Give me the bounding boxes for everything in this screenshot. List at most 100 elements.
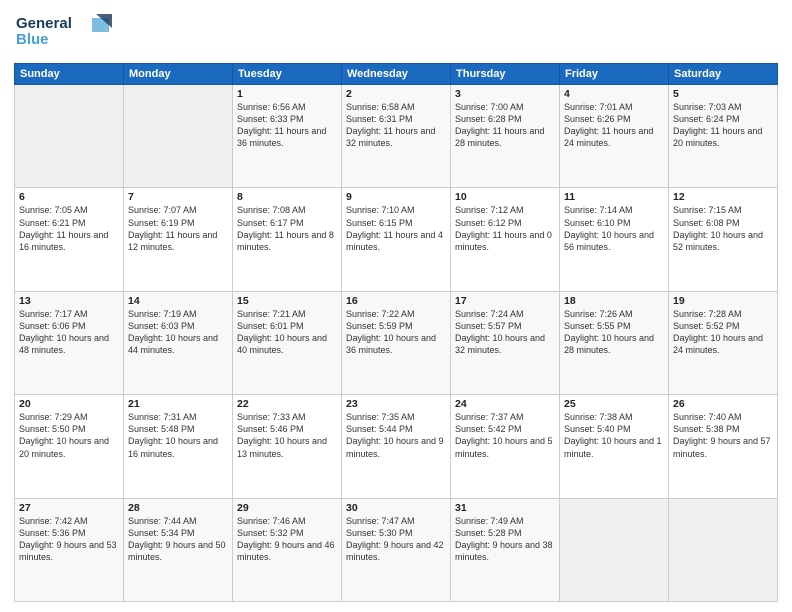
calendar-cell: 18 Sunrise: 7:26 AMSunset: 5:55 PMDayligh… bbox=[560, 291, 669, 394]
calendar-cell: 22 Sunrise: 7:33 AMSunset: 5:46 PMDayligh… bbox=[233, 395, 342, 498]
calendar-cell: 2 Sunrise: 6:58 AMSunset: 6:31 PMDaylight… bbox=[342, 85, 451, 188]
day-number: 27 bbox=[19, 502, 119, 514]
day-number: 18 bbox=[564, 295, 664, 307]
cell-info: Sunrise: 7:46 AMSunset: 5:32 PMDaylight:… bbox=[237, 516, 335, 562]
day-number: 16 bbox=[346, 295, 446, 307]
cell-info: Sunrise: 7:22 AMSunset: 5:59 PMDaylight:… bbox=[346, 309, 436, 355]
day-number: 30 bbox=[346, 502, 446, 514]
calendar-table: SundayMondayTuesdayWednesdayThursdayFrid… bbox=[14, 63, 778, 602]
day-header-saturday: Saturday bbox=[669, 64, 778, 85]
header: General Blue bbox=[14, 10, 778, 57]
day-number: 12 bbox=[673, 191, 773, 203]
calendar-cell: 27 Sunrise: 7:42 AMSunset: 5:36 PMDayligh… bbox=[15, 498, 124, 601]
logo-text: General Blue bbox=[14, 10, 114, 57]
cell-info: Sunrise: 7:31 AMSunset: 5:48 PMDaylight:… bbox=[128, 412, 218, 458]
calendar-week-row: 1 Sunrise: 6:56 AMSunset: 6:33 PMDaylight… bbox=[15, 85, 778, 188]
calendar-cell: 6Sunrise: 7:05 AMSunset: 6:21 PMDaylight… bbox=[15, 188, 124, 291]
day-header-sunday: Sunday bbox=[15, 64, 124, 85]
calendar-cell: 5 Sunrise: 7:03 AMSunset: 6:24 PMDaylight… bbox=[669, 85, 778, 188]
cell-info: Sunrise: 7:38 AMSunset: 5:40 PMDaylight:… bbox=[564, 412, 662, 458]
day-header-tuesday: Tuesday bbox=[233, 64, 342, 85]
cell-info: Sunrise: 7:03 AMSunset: 6:24 PMDaylight:… bbox=[673, 102, 762, 148]
day-number: 31 bbox=[455, 502, 555, 514]
calendar-cell bbox=[124, 85, 233, 188]
calendar-cell: 8 Sunrise: 7:08 AMSunset: 6:17 PMDaylight… bbox=[233, 188, 342, 291]
day-number: 4 bbox=[564, 88, 664, 100]
day-number: 28 bbox=[128, 502, 228, 514]
day-number: 24 bbox=[455, 398, 555, 410]
day-number: 29 bbox=[237, 502, 337, 514]
day-number: 22 bbox=[237, 398, 337, 410]
cell-info: Sunrise: 7:08 AMSunset: 6:17 PMDaylight:… bbox=[237, 205, 334, 251]
day-number: 25 bbox=[564, 398, 664, 410]
cell-info: Sunrise: 7:29 AMSunset: 5:50 PMDaylight:… bbox=[19, 412, 109, 458]
cell-info: Sunrise: 7:26 AMSunset: 5:55 PMDaylight:… bbox=[564, 309, 654, 355]
cell-info: Sunrise: 7:40 AMSunset: 5:38 PMDaylight:… bbox=[673, 412, 771, 458]
cell-info: Sunrise: 7:47 AMSunset: 5:30 PMDaylight:… bbox=[346, 516, 444, 562]
calendar-week-row: 13 Sunrise: 7:17 AMSunset: 6:06 PMDayligh… bbox=[15, 291, 778, 394]
cell-info: Sunrise: 7:10 AMSunset: 6:15 PMDaylight:… bbox=[346, 205, 443, 251]
calendar-week-row: 20 Sunrise: 7:29 AMSunset: 5:50 PMDayligh… bbox=[15, 395, 778, 498]
day-number: 21 bbox=[128, 398, 228, 410]
calendar-page: General Blue SundayMondayTuesdayWednesda… bbox=[0, 0, 792, 612]
cell-info: Sunrise: 7:12 AMSunset: 6:12 PMDaylight:… bbox=[455, 205, 552, 251]
cell-info: Sunrise: 7:17 AMSunset: 6:06 PMDaylight:… bbox=[19, 309, 109, 355]
calendar-cell: 4 Sunrise: 7:01 AMSunset: 6:26 PMDaylight… bbox=[560, 85, 669, 188]
day-number: 19 bbox=[673, 295, 773, 307]
calendar-cell: 15 Sunrise: 7:21 AMSunset: 6:01 PMDayligh… bbox=[233, 291, 342, 394]
day-number: 5 bbox=[673, 88, 773, 100]
day-number: 23 bbox=[346, 398, 446, 410]
cell-info: Sunrise: 7:42 AMSunset: 5:36 PMDaylight:… bbox=[19, 516, 117, 562]
cell-info: Sunrise: 6:56 AMSunset: 6:33 PMDaylight:… bbox=[237, 102, 326, 148]
logo: General Blue bbox=[14, 10, 114, 57]
calendar-cell: 21 Sunrise: 7:31 AMSunset: 5:48 PMDayligh… bbox=[124, 395, 233, 498]
calendar-cell: 14 Sunrise: 7:19 AMSunset: 6:03 PMDayligh… bbox=[124, 291, 233, 394]
cell-info: Sunrise: 7:05 AMSunset: 6:21 PMDaylight:… bbox=[19, 205, 108, 251]
day-number: 10 bbox=[455, 191, 555, 203]
calendar-cell: 13 Sunrise: 7:17 AMSunset: 6:06 PMDayligh… bbox=[15, 291, 124, 394]
day-number: 20 bbox=[19, 398, 119, 410]
cell-info: Sunrise: 7:14 AMSunset: 6:10 PMDaylight:… bbox=[564, 205, 654, 251]
calendar-cell: 9Sunrise: 7:10 AMSunset: 6:15 PMDaylight… bbox=[342, 188, 451, 291]
day-number: 13 bbox=[19, 295, 119, 307]
calendar-cell: 20 Sunrise: 7:29 AMSunset: 5:50 PMDayligh… bbox=[15, 395, 124, 498]
calendar-cell: 26 Sunrise: 7:40 AMSunset: 5:38 PMDayligh… bbox=[669, 395, 778, 498]
calendar-cell: 23Sunrise: 7:35 AMSunset: 5:44 PMDayligh… bbox=[342, 395, 451, 498]
day-number: 1 bbox=[237, 88, 337, 100]
cell-info: Sunrise: 7:33 AMSunset: 5:46 PMDaylight:… bbox=[237, 412, 327, 458]
day-header-friday: Friday bbox=[560, 64, 669, 85]
calendar-cell: 16 Sunrise: 7:22 AMSunset: 5:59 PMDayligh… bbox=[342, 291, 451, 394]
day-number: 7 bbox=[128, 191, 228, 203]
calendar-cell: 11 Sunrise: 7:14 AMSunset: 6:10 PMDayligh… bbox=[560, 188, 669, 291]
day-header-thursday: Thursday bbox=[451, 64, 560, 85]
calendar-cell: 3 Sunrise: 7:00 AMSunset: 6:28 PMDaylight… bbox=[451, 85, 560, 188]
calendar-cell: 19Sunrise: 7:28 AMSunset: 5:52 PMDayligh… bbox=[669, 291, 778, 394]
calendar-cell: 25 Sunrise: 7:38 AMSunset: 5:40 PMDayligh… bbox=[560, 395, 669, 498]
cell-info: Sunrise: 7:24 AMSunset: 5:57 PMDaylight:… bbox=[455, 309, 545, 355]
day-number: 14 bbox=[128, 295, 228, 307]
cell-info: Sunrise: 7:37 AMSunset: 5:42 PMDaylight:… bbox=[455, 412, 553, 458]
day-number: 17 bbox=[455, 295, 555, 307]
calendar-cell: 30 Sunrise: 7:47 AMSunset: 5:30 PMDayligh… bbox=[342, 498, 451, 601]
svg-text:Blue: Blue bbox=[16, 31, 49, 48]
day-number: 15 bbox=[237, 295, 337, 307]
calendar-week-row: 6Sunrise: 7:05 AMSunset: 6:21 PMDaylight… bbox=[15, 188, 778, 291]
day-number: 8 bbox=[237, 191, 337, 203]
cell-info: Sunrise: 7:01 AMSunset: 6:26 PMDaylight:… bbox=[564, 102, 653, 148]
cell-info: Sunrise: 7:21 AMSunset: 6:01 PMDaylight:… bbox=[237, 309, 327, 355]
calendar-cell: 31 Sunrise: 7:49 AMSunset: 5:28 PMDayligh… bbox=[451, 498, 560, 601]
cell-info: Sunrise: 6:58 AMSunset: 6:31 PMDaylight:… bbox=[346, 102, 435, 148]
cell-info: Sunrise: 7:19 AMSunset: 6:03 PMDaylight:… bbox=[128, 309, 218, 355]
day-header-monday: Monday bbox=[124, 64, 233, 85]
calendar-cell bbox=[15, 85, 124, 188]
day-number: 2 bbox=[346, 88, 446, 100]
day-number: 11 bbox=[564, 191, 664, 203]
day-number: 3 bbox=[455, 88, 555, 100]
cell-info: Sunrise: 7:49 AMSunset: 5:28 PMDaylight:… bbox=[455, 516, 553, 562]
cell-info: Sunrise: 7:00 AMSunset: 6:28 PMDaylight:… bbox=[455, 102, 544, 148]
day-number: 26 bbox=[673, 398, 773, 410]
calendar-cell: 17 Sunrise: 7:24 AMSunset: 5:57 PMDayligh… bbox=[451, 291, 560, 394]
calendar-cell bbox=[560, 498, 669, 601]
calendar-cell: 10 Sunrise: 7:12 AMSunset: 6:12 PMDayligh… bbox=[451, 188, 560, 291]
calendar-cell: 7Sunrise: 7:07 AMSunset: 6:19 PMDaylight… bbox=[124, 188, 233, 291]
